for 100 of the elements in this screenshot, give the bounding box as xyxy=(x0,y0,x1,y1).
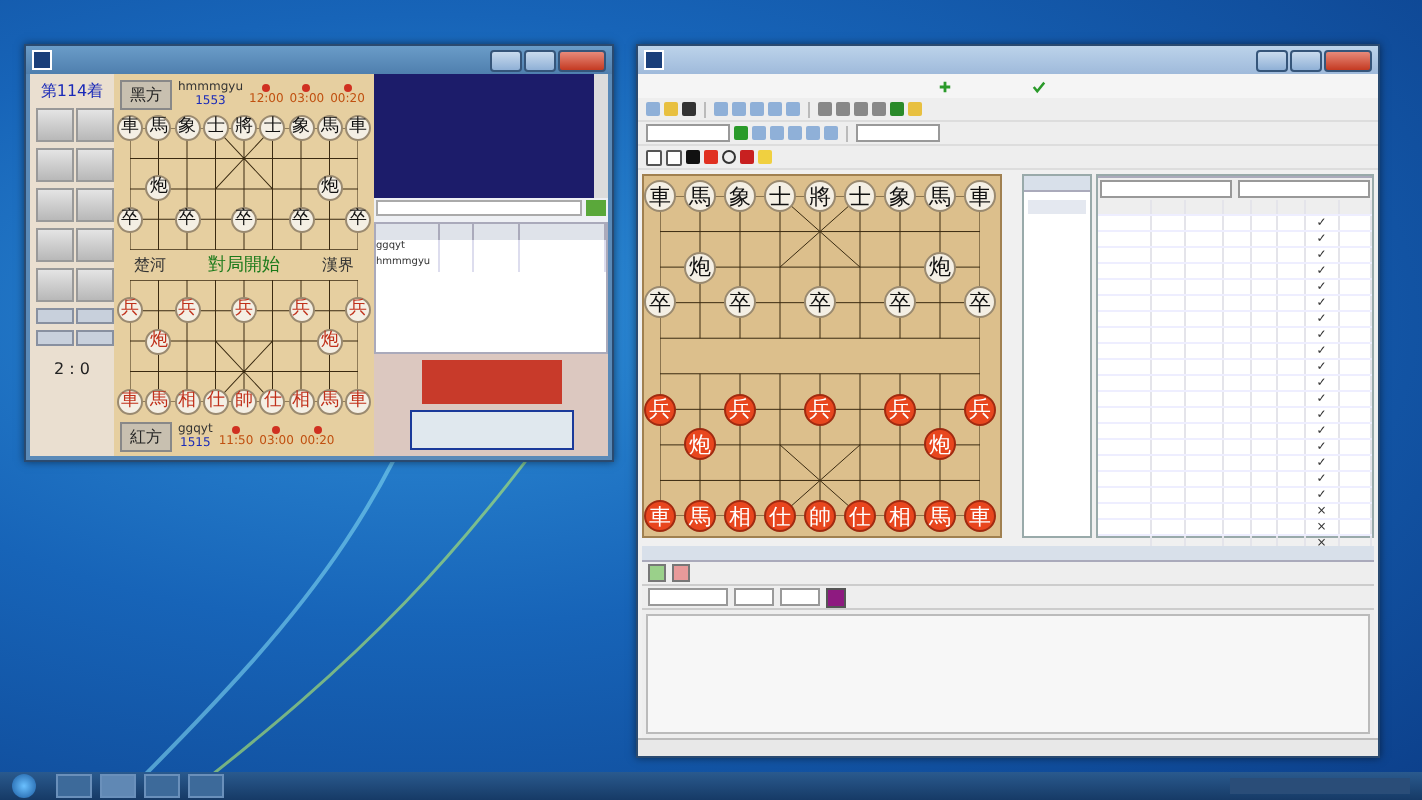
chess-piece[interactable]: 兵 xyxy=(345,297,371,324)
chess-piece[interactable]: 車 xyxy=(644,500,676,532)
chess-piece[interactable]: 卒 xyxy=(174,206,200,233)
chess-piece[interactable]: 炮 xyxy=(145,328,172,355)
chess-piece[interactable]: 車 xyxy=(117,389,143,415)
chess-piece[interactable]: 兵 xyxy=(174,297,200,324)
chess-piece[interactable]: 將 xyxy=(231,115,257,141)
tool-button[interactable] xyxy=(35,148,73,182)
tool-button[interactable] xyxy=(75,228,113,262)
chess-piece[interactable]: 卒 xyxy=(724,286,756,319)
chess-piece[interactable]: 仕 xyxy=(259,389,286,415)
close-button[interactable] xyxy=(1324,49,1372,71)
chess-piece[interactable]: 將 xyxy=(804,180,836,212)
column-header[interactable] xyxy=(376,224,441,240)
nav-button[interactable] xyxy=(35,308,73,324)
check-icon[interactable] xyxy=(1032,79,1046,93)
tool-button[interactable] xyxy=(35,108,73,142)
column-header[interactable] xyxy=(520,224,606,240)
chess-piece[interactable]: 炮 xyxy=(684,251,716,284)
chess-piece[interactable]: 炮 xyxy=(924,428,956,461)
chess-piece[interactable]: 士 xyxy=(259,115,286,141)
maximize-button[interactable] xyxy=(1290,49,1322,71)
app-icon[interactable] xyxy=(144,774,180,798)
chess-piece[interactable]: 相 xyxy=(884,500,916,532)
minimize-button[interactable] xyxy=(490,49,522,71)
chess-piece[interactable]: 兵 xyxy=(288,297,314,324)
chess-piece[interactable]: 卒 xyxy=(964,286,996,319)
chess-piece[interactable]: 士 xyxy=(202,115,229,141)
chess-piece[interactable]: 仕 xyxy=(202,389,229,415)
chess-piece[interactable]: 象 xyxy=(884,180,916,212)
chess-piece[interactable]: 馬 xyxy=(684,180,716,212)
chess-piece[interactable]: 象 xyxy=(174,115,200,141)
chess-piece[interactable]: 卒 xyxy=(804,286,836,319)
chess-piece[interactable]: 相 xyxy=(288,389,314,415)
chess-piece[interactable]: 卒 xyxy=(231,206,257,233)
app-icon[interactable] xyxy=(100,774,136,798)
dropdown[interactable] xyxy=(1238,180,1370,198)
nav-button[interactable] xyxy=(75,330,113,346)
maximize-button[interactable] xyxy=(524,49,556,71)
chess-piece[interactable]: 仕 xyxy=(844,500,876,532)
chess-piece[interactable]: 炮 xyxy=(145,175,172,202)
scrollbar[interactable] xyxy=(594,74,608,198)
chess-piece[interactable]: 帥 xyxy=(804,500,836,532)
tool-button[interactable] xyxy=(75,268,113,302)
dropdown[interactable] xyxy=(1100,180,1232,198)
chess-piece[interactable]: 兵 xyxy=(117,297,143,324)
chess-piece[interactable]: 馬 xyxy=(145,389,172,415)
start-button[interactable] xyxy=(12,774,36,798)
tool-button[interactable] xyxy=(75,188,113,222)
chess-piece[interactable]: 兵 xyxy=(964,393,996,426)
color-swatch[interactable] xyxy=(826,587,846,607)
close-button[interactable] xyxy=(558,49,606,71)
nav-button[interactable] xyxy=(35,330,73,346)
chess-piece[interactable]: 卒 xyxy=(345,206,371,233)
chess-piece[interactable]: 仕 xyxy=(764,500,796,532)
chess-piece[interactable]: 車 xyxy=(117,115,143,141)
chat-input-field[interactable] xyxy=(376,200,582,216)
chess-piece[interactable]: 卒 xyxy=(884,286,916,319)
tool-button[interactable] xyxy=(35,228,73,262)
column-header[interactable] xyxy=(474,224,521,240)
chess-piece[interactable]: 兵 xyxy=(644,393,676,426)
chess-piece[interactable]: 炮 xyxy=(924,251,956,284)
chess-piece[interactable]: 卒 xyxy=(117,206,143,233)
chess-piece[interactable]: 兵 xyxy=(724,393,756,426)
selected-move-row[interactable] xyxy=(1028,200,1086,214)
chess-piece[interactable]: 馬 xyxy=(145,115,172,141)
chess-piece[interactable]: 卒 xyxy=(288,206,314,233)
chess-piece[interactable]: 士 xyxy=(764,180,796,212)
font-dropdown[interactable] xyxy=(648,588,728,606)
chess-piece[interactable]: 士 xyxy=(844,180,876,212)
send-button[interactable] xyxy=(586,200,606,216)
chess-piece[interactable]: 馬 xyxy=(684,500,716,532)
chess-piece[interactable]: 炮 xyxy=(684,428,716,461)
dropdown[interactable] xyxy=(856,124,940,142)
chess-piece[interactable]: 車 xyxy=(644,180,676,212)
chess-piece[interactable]: 馬 xyxy=(316,115,343,141)
size-dropdown[interactable] xyxy=(734,588,774,606)
minimize-button[interactable] xyxy=(1256,49,1288,71)
chess-piece[interactable]: 相 xyxy=(724,500,756,532)
chess-piece[interactable]: 帥 xyxy=(231,389,257,415)
chess-piece[interactable]: 馬 xyxy=(924,500,956,532)
chess-piece[interactable]: 炮 xyxy=(316,328,343,355)
chess-piece[interactable]: 馬 xyxy=(316,389,343,415)
plus-icon[interactable] xyxy=(938,79,952,93)
chess-piece[interactable]: 車 xyxy=(345,115,371,141)
column-header[interactable] xyxy=(440,224,475,240)
tool-button[interactable] xyxy=(75,148,113,182)
chess-piece[interactable]: 馬 xyxy=(924,180,956,212)
chess-piece[interactable]: 象 xyxy=(288,115,314,141)
import-icon[interactable] xyxy=(648,564,666,582)
chess-piece[interactable]: 車 xyxy=(345,389,371,415)
chess-piece[interactable]: 象 xyxy=(724,180,756,212)
tool-button[interactable] xyxy=(35,188,73,222)
chess-piece[interactable]: 車 xyxy=(964,180,996,212)
nav-button[interactable] xyxy=(75,308,113,324)
tool-button[interactable] xyxy=(35,268,73,302)
chess-piece[interactable]: 炮 xyxy=(316,175,343,202)
chess-piece[interactable]: 兵 xyxy=(231,297,257,324)
chess-piece[interactable]: 卒 xyxy=(644,286,676,319)
chess-piece[interactable]: 兵 xyxy=(804,393,836,426)
